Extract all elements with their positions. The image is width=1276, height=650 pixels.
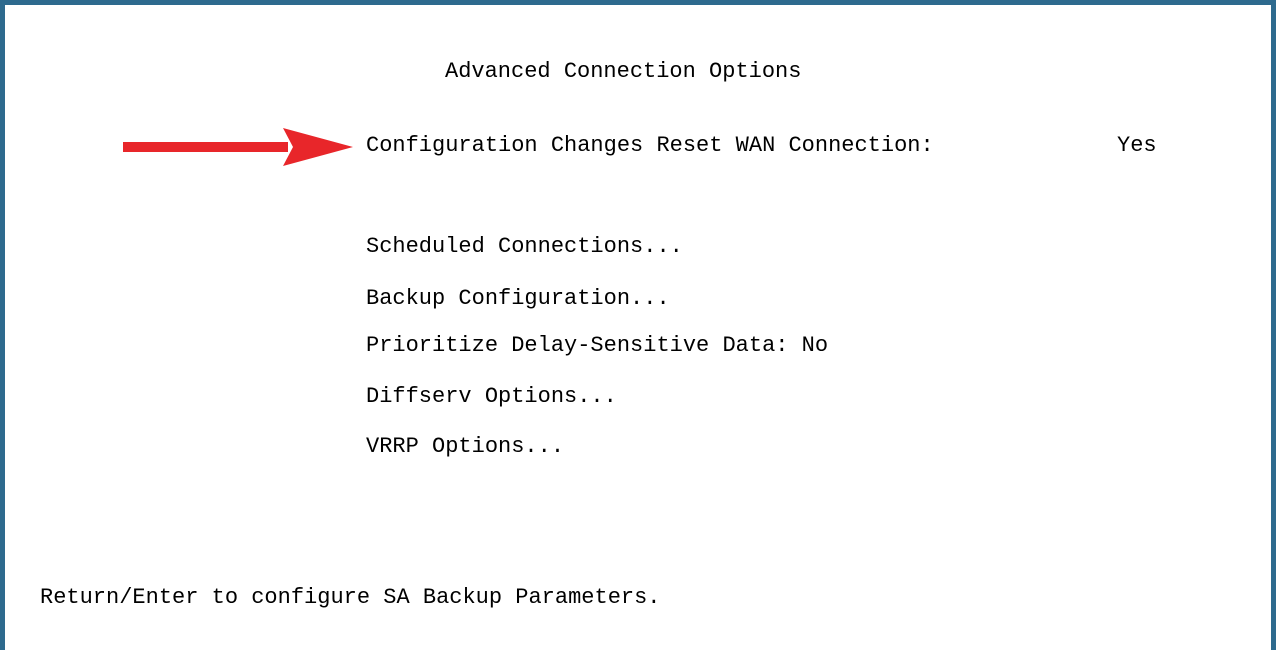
red-arrow-icon [123, 128, 353, 166]
status-line: Return/Enter to configure SA Backup Para… [40, 585, 661, 610]
menu-item-prioritize-delay-sensitive-data[interactable]: Prioritize Delay-Sensitive Data: No [366, 333, 828, 359]
menu-item-diffserv-options[interactable]: Diffserv Options... [366, 384, 617, 410]
menu-item-vrrp-options[interactable]: VRRP Options... [366, 434, 564, 460]
menu-item-scheduled-connections[interactable]: Scheduled Connections... [366, 234, 683, 260]
reset-wan-option-label[interactable]: Configuration Changes Reset WAN Connecti… [366, 133, 934, 159]
terminal-screen: Advanced Connection Options Configuratio… [0, 0, 1276, 650]
reset-wan-option-value[interactable]: Yes [1117, 133, 1157, 159]
page-title: Advanced Connection Options [445, 59, 802, 84]
menu-item-backup-configuration[interactable]: Backup Configuration... [366, 286, 670, 312]
